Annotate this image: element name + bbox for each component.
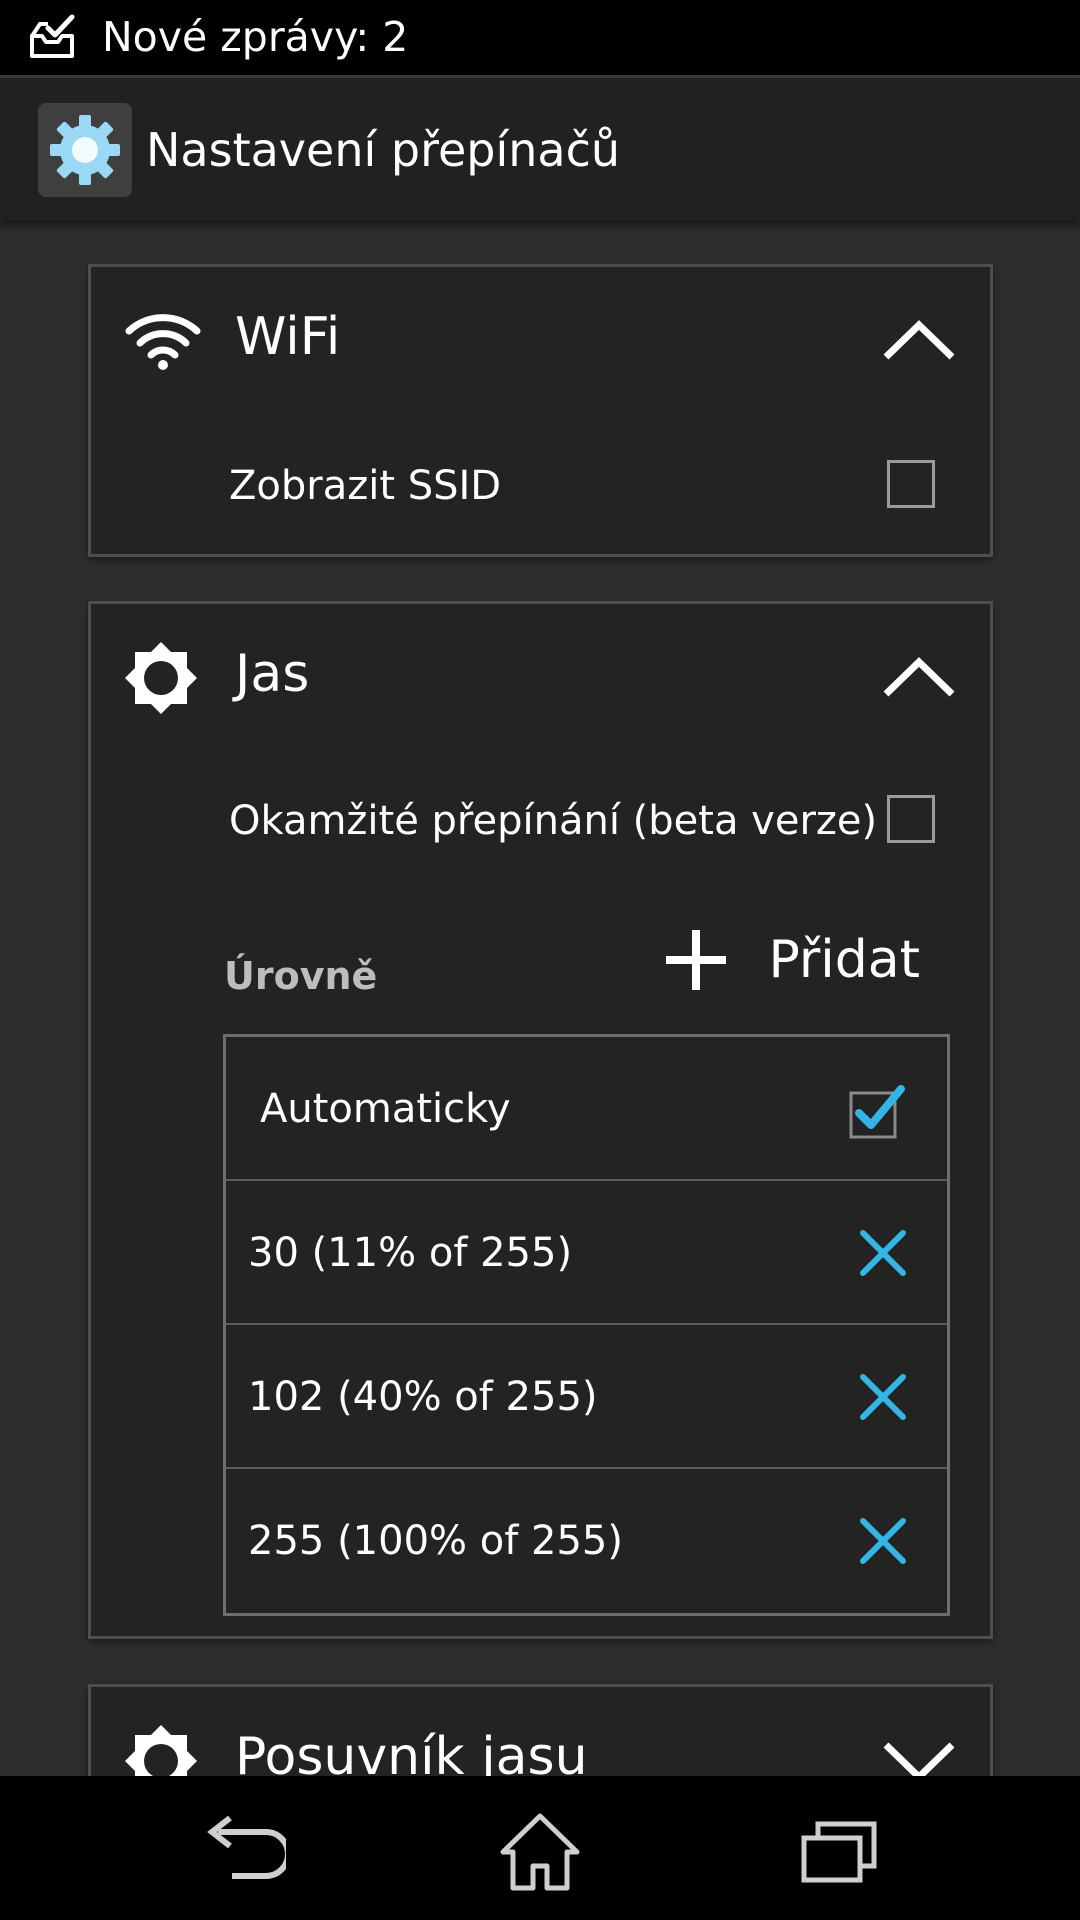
brightness-title: Jas	[235, 644, 310, 704]
brightness-icon	[125, 642, 197, 714]
chevron-up-icon[interactable]	[882, 319, 956, 361]
level-label: 255 (100% of 255)	[248, 1518, 623, 1564]
wifi-icon	[125, 314, 201, 370]
plus-icon	[666, 930, 727, 990]
inbox-check-icon	[30, 14, 75, 58]
gear-icon	[50, 115, 120, 185]
show-ssid-label: Zobrazit SSID	[229, 463, 502, 509]
brightness-card: Jas Okamžité přepínání (beta verze) Úrov…	[88, 601, 993, 1639]
level-label: 30 (11% of 255)	[248, 1230, 573, 1276]
level-row-auto[interactable]: Automaticky	[226, 1037, 947, 1181]
add-level-label: Přidat	[768, 930, 920, 990]
levels-title: Úrovně	[224, 954, 378, 998]
level-row[interactable]: 30 (11% of 255)	[226, 1181, 947, 1325]
navigation-bar	[0, 1776, 1080, 1920]
wifi-title: WiFi	[235, 307, 341, 367]
app-icon[interactable]	[38, 103, 132, 197]
status-bar: Nové zprávy: 2	[0, 0, 1080, 75]
remove-icon[interactable]	[857, 1515, 909, 1567]
level-row[interactable]: 102 (40% of 255)	[226, 1325, 947, 1469]
action-bar: Nastavení přepínačů	[0, 75, 1080, 220]
level-label: Automaticky	[260, 1086, 511, 1132]
chevron-up-icon[interactable]	[882, 656, 956, 698]
wifi-card: WiFi Zobrazit SSID	[88, 264, 993, 557]
level-row[interactable]: 255 (100% of 255)	[226, 1469, 947, 1613]
remove-icon[interactable]	[857, 1371, 909, 1423]
instant-switch-checkbox[interactable]	[887, 795, 935, 843]
add-level-button[interactable]: Přidat	[664, 915, 920, 1005]
checked-checkbox-icon[interactable]	[847, 1081, 907, 1141]
home-icon[interactable]	[495, 1812, 585, 1892]
level-label: 102 (40% of 255)	[248, 1374, 598, 1420]
back-icon[interactable]	[196, 1812, 286, 1892]
levels-list: Automaticky 30 (11% of 255) 102 (40% of …	[223, 1034, 950, 1616]
recents-icon[interactable]	[796, 1812, 886, 1892]
page-title: Nastavení přepínačů	[146, 123, 621, 177]
show-ssid-checkbox[interactable]	[887, 460, 935, 508]
remove-icon[interactable]	[857, 1227, 909, 1279]
chevron-down-icon[interactable]	[882, 1739, 956, 1781]
notification-text: Nové zprávy: 2	[102, 13, 409, 61]
instant-switch-label: Okamžité přepínání (beta verze)	[229, 798, 878, 844]
